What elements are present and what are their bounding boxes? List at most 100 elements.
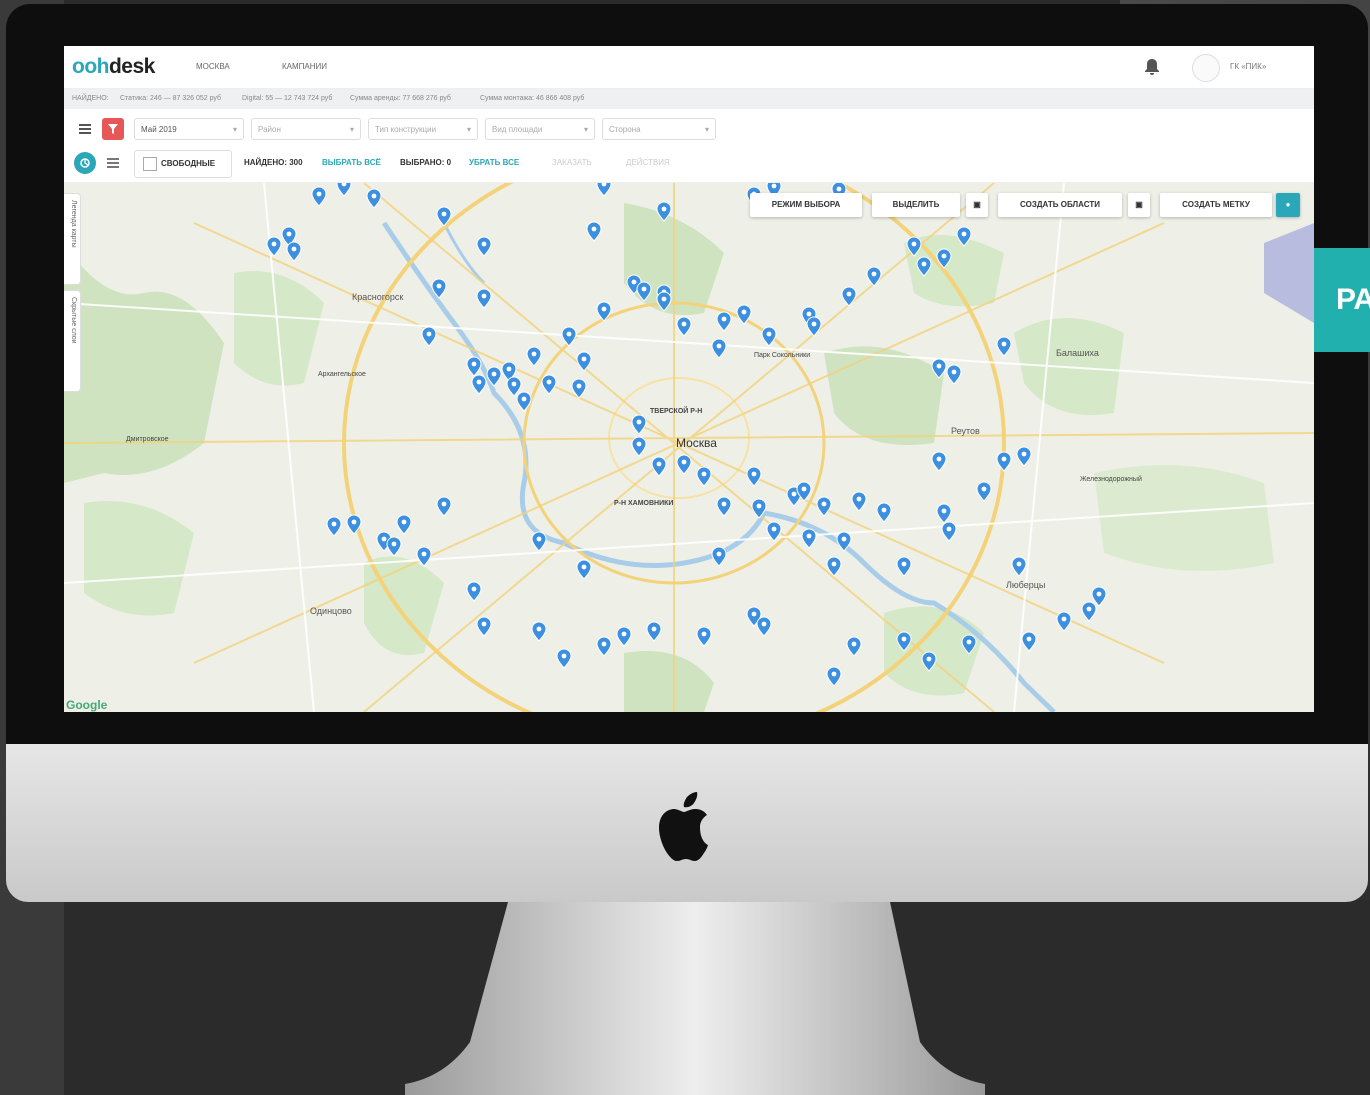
free-checkbox[interactable] <box>143 157 157 171</box>
summary-rent: Сумма аренды: 77 668 276 руб <box>350 95 451 102</box>
map-pin-dot <box>681 459 687 465</box>
map-pin-dot <box>441 211 447 217</box>
sides-select[interactable]: Сторона ▾ <box>602 118 716 140</box>
map-pin-dot <box>436 283 442 289</box>
map-pin-dot <box>901 636 907 642</box>
map-pin-dot <box>1016 561 1022 567</box>
app-logo[interactable]: oohdesk <box>72 55 155 79</box>
select-all-link[interactable]: ВЫБРАТЬ ВСЁ <box>322 158 381 167</box>
map-pin-dot <box>681 321 687 327</box>
map-pin-dot <box>661 206 667 212</box>
apple-logo-icon <box>659 792 708 861</box>
map-pin-dot <box>771 183 777 189</box>
filter-reset-icon[interactable] <box>102 118 124 140</box>
map-pin-dot <box>936 363 942 369</box>
map-label-odintsovo: Одинцово <box>310 606 352 616</box>
map-pin-dot <box>716 343 722 349</box>
map-pin-dot <box>521 396 527 402</box>
map-pin-dot <box>391 541 397 547</box>
map-label-zheleznodorozhny: Железнодорожный <box>1080 476 1142 483</box>
order-button[interactable]: ЗАКАЗАТЬ <box>552 158 592 167</box>
menu-icon[interactable] <box>74 118 96 140</box>
map-pin-dot <box>836 186 842 192</box>
list-view-icon[interactable] <box>102 152 124 174</box>
map-pin-dot <box>941 508 947 514</box>
map-label-dmitrovskoe: Дмитровское <box>126 436 169 443</box>
found-count: НАЙДЕНО: 300 <box>244 158 303 167</box>
hidden-layers-tab[interactable]: Скрытые слои <box>64 290 81 392</box>
app-screen: oohdesk МОСКВА КАМПАНИИ ГК «ПИК» НАЙДЕНО… <box>64 46 1314 712</box>
map-pin-dot <box>966 639 972 645</box>
map-view-icon[interactable] <box>74 152 96 174</box>
nav-city[interactable]: МОСКВА <box>196 62 230 71</box>
map-pin-dot <box>1021 451 1027 457</box>
map-label-lyubertsy: Люберцы <box>1006 580 1046 590</box>
surface-select[interactable]: Вид площади ▾ <box>485 118 595 140</box>
promo-badge: РА <box>1310 248 1370 352</box>
map-pin-dot <box>651 626 657 632</box>
map-pin-dot <box>546 379 552 385</box>
map-pin-dot <box>1001 341 1007 347</box>
map-pin-dot <box>751 471 757 477</box>
map-pin-dot <box>951 369 957 375</box>
create-area-button[interactable]: СОЗДАТЬ ОБЛАСТИ <box>998 193 1122 217</box>
highlight-button[interactable]: ВЫДЕЛИТЬ <box>872 193 960 217</box>
eye-icon[interactable]: ● <box>1276 193 1300 217</box>
map-pin-dot <box>601 641 607 647</box>
select-mode-button[interactable]: РЕЖИМ ВЫБОРА <box>750 193 862 217</box>
month-select[interactable]: Май 2019 ▾ <box>134 118 244 140</box>
map-pin-dot <box>566 331 572 337</box>
summary-found: НАЙДЕНО: <box>72 95 109 102</box>
map-pin-dot <box>721 316 727 322</box>
create-marker-button[interactable]: СОЗДАТЬ МЕТКУ <box>1160 193 1272 217</box>
save-selection-icon[interactable]: ▣ <box>966 193 988 217</box>
map-pin-dot <box>941 253 947 259</box>
map-pin-dot <box>1026 636 1032 642</box>
map-label-tverskoy: ТВЕРСКОЙ Р-Н <box>650 408 703 415</box>
map-pin-dot <box>936 456 942 462</box>
save-area-icon[interactable]: ▣ <box>1128 193 1150 217</box>
map-pin-dot <box>831 671 837 677</box>
free-filter[interactable]: СВОБОДНЫЕ <box>134 150 232 178</box>
free-checkbox-label: СВОБОДНЫЕ <box>161 159 216 168</box>
app-header: oohdesk МОСКВА КАМПАНИИ ГК «ПИК» <box>64 46 1314 89</box>
map-pin-dot <box>471 361 477 367</box>
map-pin-dot <box>766 331 772 337</box>
user-name[interactable]: ГК «ПИК» <box>1230 62 1266 71</box>
map-pin-dot <box>531 351 537 357</box>
map-pin-dot <box>716 551 722 557</box>
map-pin-dot <box>981 486 987 492</box>
map-pin-dot <box>1061 616 1067 622</box>
construction-type-select[interactable]: Тип конструкции ▾ <box>368 118 478 140</box>
map-pin-dot <box>1001 456 1007 462</box>
clear-all-link[interactable]: УБРАТЬ ВСЕ <box>469 158 519 167</box>
map-pin-dot <box>926 656 932 662</box>
map-pin-dot <box>701 631 707 637</box>
chevron-down-icon: ▾ <box>232 125 237 134</box>
map-pin-dot <box>721 501 727 507</box>
map-pin-dot <box>961 231 967 237</box>
map-pin-dot <box>371 193 377 199</box>
map-pin-dot <box>811 321 817 327</box>
map-pin-dot <box>576 383 582 389</box>
map-pin-dot <box>536 626 542 632</box>
nav-campaigns[interactable]: КАМПАНИИ <box>282 62 327 71</box>
map-legend-tab[interactable]: Легенда карты <box>64 193 81 285</box>
google-logo: Google <box>66 698 108 712</box>
map-pin-dot <box>656 461 662 467</box>
map-label-khamovniki: Р-Н ХАМОВНИКИ <box>614 500 674 507</box>
map-label-krasnogorsk: Красногорск <box>352 292 404 302</box>
map-pin-dot <box>636 419 642 425</box>
map-pin-dot <box>491 371 497 377</box>
map-pin-dot <box>291 246 297 252</box>
map-pin-dot <box>791 491 797 497</box>
avatar[interactable] <box>1192 54 1220 82</box>
district-select[interactable]: Район ▾ <box>251 118 361 140</box>
map-pin-dot <box>536 536 542 542</box>
chevron-down-icon: ▾ <box>466 125 471 134</box>
map-pin-dot <box>881 507 887 513</box>
bell-icon[interactable] <box>1144 58 1160 76</box>
actions-button[interactable]: ДЕЙСТВИЯ <box>626 158 670 167</box>
map-label-park-sokolniki: Парк Сокольники <box>754 352 811 359</box>
map-pin-dot <box>591 226 597 232</box>
